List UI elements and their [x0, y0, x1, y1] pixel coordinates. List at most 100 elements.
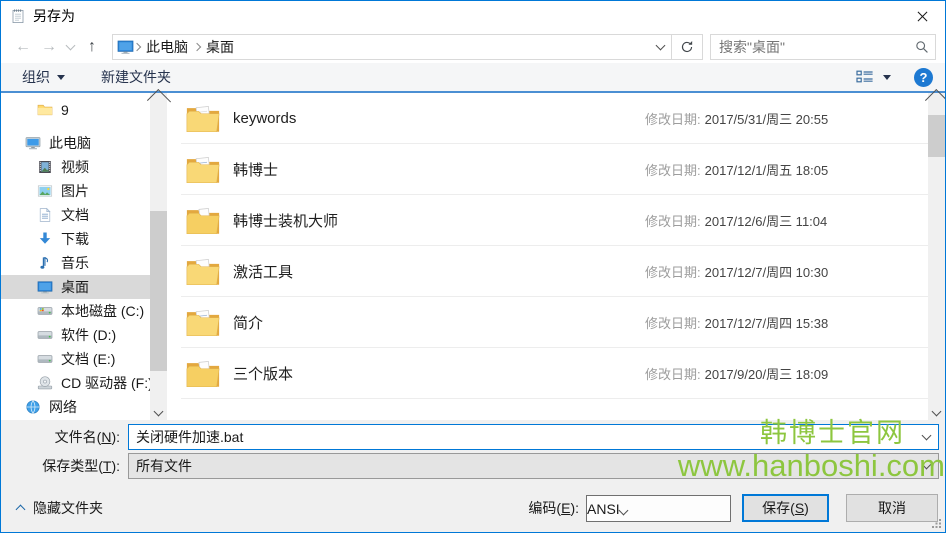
sidebar-scrollbar[interactable] [150, 93, 167, 420]
scroll-down-icon[interactable] [928, 405, 945, 420]
sidebar-item-label: 音乐 [61, 253, 89, 273]
search-box [710, 34, 936, 60]
breadcrumb-desktop[interactable]: 桌面 [200, 37, 240, 57]
sidebar-item-label: 此电脑 [49, 133, 91, 153]
folder-icon [185, 256, 221, 287]
file-row[interactable]: 激活工具 修改日期:2017/12/7/周四 10:30 [181, 246, 928, 297]
sidebar-item-9[interactable]: 9 [1, 98, 167, 122]
folder-icon [37, 102, 53, 118]
scrollbar-thumb[interactable] [928, 115, 945, 157]
filename-dropdown-button[interactable] [914, 425, 938, 449]
notepad-icon [10, 8, 26, 24]
chevron-down-icon [65, 41, 75, 51]
file-date: 修改日期:2017/12/6/周三 11:04 [645, 211, 827, 230]
refresh-button[interactable] [671, 34, 703, 60]
date-label: 修改日期: [645, 112, 701, 127]
sidebar-item-cd-drive-f[interactable]: CD 驱动器 (F:) [1, 371, 167, 395]
filename-input[interactable] [129, 429, 914, 445]
sidebar-item-network[interactable]: 网络 [1, 395, 167, 419]
sidebar-item-videos[interactable]: 视频 [1, 155, 167, 179]
resize-grip[interactable] [932, 519, 942, 529]
file-date: 修改日期:2017/5/31/周三 20:55 [645, 109, 828, 128]
close-button[interactable] [900, 1, 945, 31]
folder-icon [185, 154, 221, 185]
back-icon: ← [15, 38, 31, 56]
sidebar-item-desktop[interactable]: 桌面 [1, 275, 167, 299]
back-button[interactable]: ← [10, 34, 36, 60]
forward-button[interactable]: → [36, 34, 62, 60]
sidebar-item-music[interactable]: 音乐 [1, 251, 167, 275]
sidebar-item-this-pc[interactable]: 此电脑 [1, 131, 167, 155]
dialog-content: 9 此电脑 视频 图片 文档 下载 [1, 93, 945, 420]
title-bar: 另存为 [1, 1, 945, 31]
sidebar-item-label: 图片 [61, 181, 89, 201]
video-icon [37, 159, 53, 175]
window-title: 另存为 [33, 6, 75, 26]
file-name: 三个版本 [233, 363, 293, 384]
folder-icon [185, 205, 221, 236]
sidebar-item-label: 网络 [49, 397, 77, 417]
filelist-scrollbar[interactable] [928, 93, 945, 420]
list-view-icon [856, 69, 874, 85]
toolbar-right: ? [847, 68, 933, 87]
date-value: 2017/12/1/周五 18:05 [705, 163, 829, 178]
search-input[interactable] [711, 39, 909, 55]
sidebar-item-downloads[interactable]: 下载 [1, 227, 167, 251]
breadcrumb-this-pc[interactable]: 此电脑 [140, 37, 194, 57]
address-dropdown-button[interactable] [649, 35, 671, 59]
folder-icon [185, 103, 221, 134]
encoding-value: ANSI [587, 501, 620, 517]
scroll-down-icon[interactable] [150, 405, 167, 420]
scroll-up-icon[interactable] [928, 93, 945, 108]
navigation-pane: 9 此电脑 视频 图片 文档 下载 [1, 93, 167, 420]
up-button[interactable]: ↑ [78, 34, 106, 60]
sidebar-item-documents[interactable]: 文档 [1, 203, 167, 227]
organize-button[interactable]: 组织 [13, 63, 74, 91]
encoding-dropdown-button[interactable] [620, 501, 627, 517]
dialog-footer: 文件名(N): 保存类型(T): 所有文件 隐藏文件夹 编码(E): ANSI … [1, 420, 945, 532]
help-button[interactable]: ? [914, 68, 933, 87]
sidebar-item-label: 文档 [61, 205, 89, 225]
file-row[interactable]: 韩博士 修改日期:2017/12/1/周五 18:05 [181, 144, 928, 195]
dropdown-arrow-icon [57, 75, 65, 80]
sidebar-item-pictures[interactable]: 图片 [1, 179, 167, 203]
view-mode-button[interactable] [847, 69, 900, 85]
forward-icon: → [41, 38, 57, 56]
file-row[interactable]: 韩博士装机大师 修改日期:2017/12/6/周三 11:04 [181, 195, 928, 246]
computer-icon [25, 135, 41, 151]
sidebar-item-label: 视频 [61, 157, 89, 177]
scrollbar-thumb[interactable] [150, 211, 167, 371]
os-drive-icon [37, 303, 53, 319]
sidebar-item-drive-d[interactable]: 软件 (D:) [1, 323, 167, 347]
encoding-label: 编码(E): [501, 495, 579, 522]
folder-icon [185, 358, 221, 389]
save-button[interactable]: 保存(S) [742, 494, 829, 522]
cd-drive-icon [37, 375, 53, 391]
file-list: keywords 修改日期:2017/5/31/周三 20:55 韩博士 修改日… [181, 93, 945, 420]
folder-icon [185, 307, 221, 338]
savetype-label: 保存类型(T): [1, 453, 120, 479]
desktop-icon [117, 40, 134, 55]
encoding-combo[interactable]: ANSI [586, 495, 731, 522]
address-bar[interactable]: 此电脑 桌面 [112, 34, 672, 60]
date-value: 2017/9/20/周三 18:09 [705, 367, 829, 382]
scroll-up-icon[interactable] [150, 93, 167, 108]
music-icon [37, 255, 53, 271]
sidebar-item-drive-c[interactable]: 本地磁盘 (C:) [1, 299, 167, 323]
savetype-dropdown-button[interactable] [914, 454, 938, 478]
new-folder-button[interactable]: 新建文件夹 [92, 63, 180, 91]
sidebar-item-label: 9 [61, 102, 69, 118]
cancel-button[interactable]: 取消 [846, 494, 938, 522]
file-row[interactable]: 简介 修改日期:2017/12/7/周四 15:38 [181, 297, 928, 348]
chevron-down-icon [921, 460, 931, 470]
file-name: 韩博士装机大师 [233, 210, 338, 231]
recent-locations-button[interactable] [62, 34, 78, 60]
search-icon[interactable] [909, 40, 935, 54]
network-icon [25, 399, 41, 415]
sidebar-item-drive-e[interactable]: 文档 (E:) [1, 347, 167, 371]
drive-icon [37, 327, 53, 343]
savetype-combo[interactable]: 所有文件 [128, 453, 939, 479]
file-row[interactable]: 三个版本 修改日期:2017/9/20/周三 18:09 [181, 348, 928, 399]
file-row[interactable]: keywords 修改日期:2017/5/31/周三 20:55 [181, 93, 928, 144]
hide-folders-button[interactable]: 隐藏文件夹 [17, 494, 103, 522]
